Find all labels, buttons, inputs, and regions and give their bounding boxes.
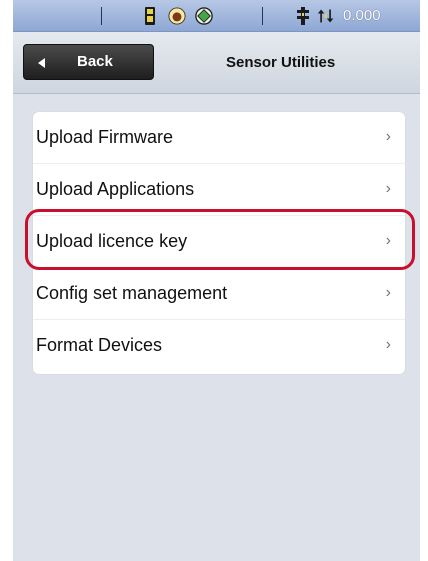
device-icon bbox=[145, 7, 155, 25]
title-bar: Back Sensor Utilities bbox=[13, 32, 420, 94]
menu-item-label: Upload Applications bbox=[36, 179, 195, 199]
status-separator bbox=[262, 7, 263, 25]
back-button[interactable]: Back bbox=[23, 44, 154, 80]
menu-item-config-set-management[interactable]: Config set management › bbox=[33, 268, 405, 320]
device-screen: 0.000 Back Sensor Utilities Upload Firmw… bbox=[13, 0, 420, 561]
menu-item-upload-firmware[interactable]: Upload Firmware › bbox=[33, 112, 405, 164]
back-button-label: Back bbox=[77, 53, 113, 70]
menu-item-label: Format Devices bbox=[36, 335, 163, 355]
status-value: 0.000 bbox=[343, 7, 381, 24]
highlight-outline bbox=[25, 209, 415, 270]
menu-item-label: Upload Firmware bbox=[36, 127, 174, 147]
antenna-icon bbox=[297, 7, 309, 25]
status-separator bbox=[101, 7, 102, 25]
status-bar: 0.000 bbox=[13, 0, 420, 32]
menu-item-format-devices[interactable]: Format Devices › bbox=[33, 320, 405, 372]
chevron-right-icon: › bbox=[385, 180, 391, 197]
target-icon bbox=[195, 7, 213, 25]
chevron-right-icon: › bbox=[385, 284, 391, 301]
chevron-right-icon: › bbox=[385, 336, 391, 353]
page-title: Sensor Utilities bbox=[226, 54, 336, 71]
menu-item-label: Config set management bbox=[36, 283, 228, 303]
back-arrow-icon bbox=[38, 58, 45, 68]
hand-icon bbox=[168, 7, 186, 25]
chevron-right-icon: › bbox=[385, 128, 391, 145]
arrows-icon bbox=[317, 9, 334, 23]
